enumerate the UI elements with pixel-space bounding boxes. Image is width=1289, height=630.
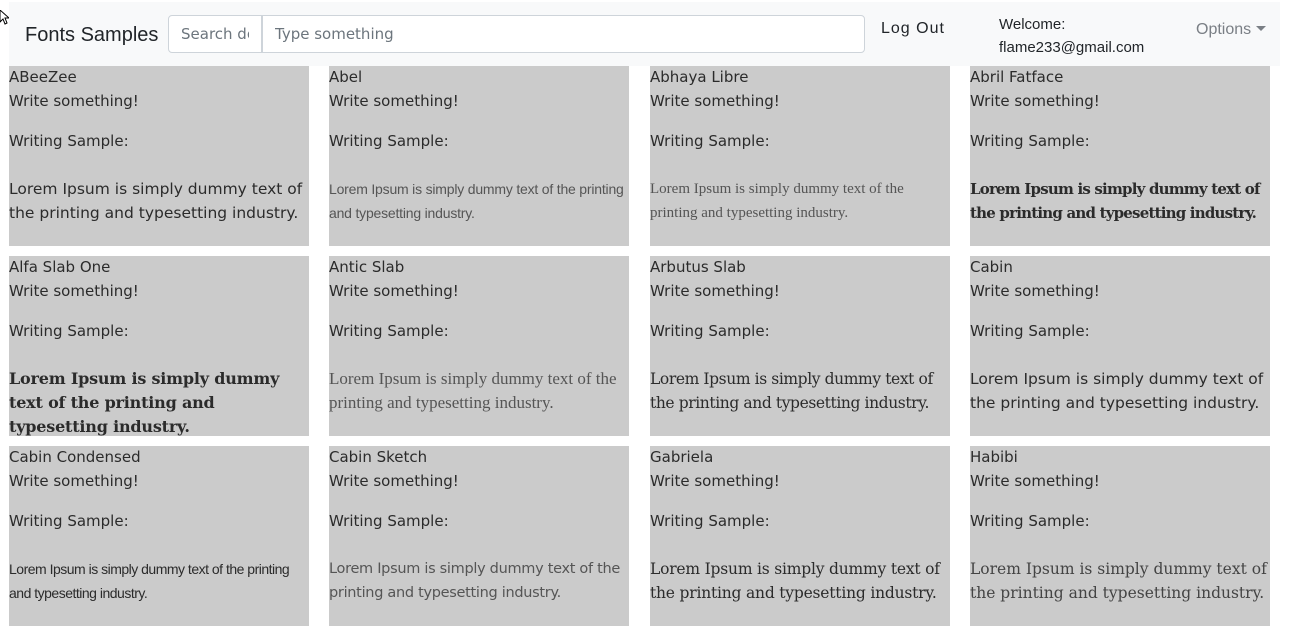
writing-sample-text: Lorem Ipsum is simply dummy text of the …: [650, 370, 933, 412]
write-something-field[interactable]: Write something!: [650, 472, 780, 490]
font-name: Abel: [329, 68, 363, 86]
writing-sample-text: Lorem Ipsum is simply dummy text of the …: [970, 370, 1264, 412]
top-navbar: Fonts Samples Log Out Welcome: flame233@…: [9, 2, 1280, 66]
write-something-field[interactable]: Write something!: [970, 282, 1100, 300]
welcome-label: Welcome:: [999, 16, 1066, 33]
writing-sample-text: Lorem Ipsum is simply dummy text of the …: [9, 561, 290, 601]
writing-sample-text: Lorem Ipsum is simply dummy text of the …: [329, 369, 617, 412]
font-card: Abhaya Libre Write something! Writing Samp…: [650, 66, 950, 246]
writing-sample-label: Writing Sample:: [970, 322, 1090, 340]
font-card: Abel Write something! Writing Sample: Lorem…: [329, 66, 629, 246]
options-dropdown[interactable]: Options: [1196, 21, 1267, 39]
writing-sample-text: Lorem Ipsum is simply dummy text of the …: [329, 181, 624, 221]
writing-sample-text: Lorem Ipsum is simply dummy text of the …: [9, 369, 280, 436]
font-name: Cabin Condensed: [9, 448, 141, 466]
font-name: Habibi: [970, 448, 1018, 466]
writing-sample-label: Writing Sample:: [9, 322, 129, 340]
font-name: ABeeZee: [9, 68, 77, 86]
logout-button[interactable]: Log Out: [881, 20, 945, 38]
font-card: Antic Slab Write something! Writing Sample…: [329, 256, 629, 436]
write-something-field[interactable]: Write something!: [329, 92, 459, 110]
font-card: Habibi Write something! Writing Sample: Lor…: [970, 446, 1270, 626]
writing-sample-text: Lorem Ipsum is simply dummy text of the …: [650, 560, 940, 602]
writing-sample-text: Lorem Ipsum is simply dummy text of the …: [650, 181, 904, 221]
font-name: Arbutus Slab: [650, 258, 746, 276]
writing-sample-label: Writing Sample:: [329, 512, 449, 530]
writing-sample-text: Lorem Ipsum is simply dummy text of the …: [970, 180, 1260, 222]
write-something-field[interactable]: Write something!: [650, 282, 780, 300]
writing-sample-label: Writing Sample:: [970, 132, 1090, 150]
writing-sample-label: Writing Sample:: [650, 132, 770, 150]
font-card: Cabin Write something! Writing Sample: Lore…: [970, 256, 1270, 436]
font-card: Alfa Slab One Write something! Writing Sam…: [9, 256, 309, 436]
writing-sample-label: Writing Sample:: [650, 322, 770, 340]
write-something-field[interactable]: Write something!: [970, 92, 1100, 110]
writing-sample-label: Writing Sample:: [650, 512, 770, 530]
font-card: Cabin Condensed Write something! Writing S…: [9, 446, 309, 626]
write-something-field[interactable]: Write something!: [650, 92, 780, 110]
write-something-field[interactable]: Write something!: [329, 282, 459, 300]
writing-sample-text: Lorem Ipsum is simply dummy text of the …: [970, 560, 1267, 602]
font-card: ABeeZee Write something! Writing Sample: Lo…: [9, 66, 309, 246]
font-name: Abhaya Libre: [650, 68, 749, 86]
write-something-field[interactable]: Write something!: [970, 472, 1100, 490]
writing-sample-label: Writing Sample:: [329, 322, 449, 340]
writing-sample-text: Lorem Ipsum is simply dummy text of the …: [329, 561, 621, 601]
options-label: Options: [1196, 21, 1252, 38]
write-something-field[interactable]: Write something!: [9, 282, 139, 300]
font-card: Abril Fatface Write something! Writing Sam…: [970, 66, 1270, 246]
writing-sample-text: Lorem Ipsum is simply dummy text of the …: [9, 180, 303, 222]
user-email: flame233@gmail.com: [999, 39, 1145, 56]
font-name: Cabin Sketch: [329, 448, 428, 466]
font-card: Cabin Sketch Write something! Writing Samp…: [329, 446, 629, 626]
font-name: Alfa Slab One: [9, 258, 111, 276]
writing-sample-label: Writing Sample:: [970, 512, 1090, 530]
search-input[interactable]: [262, 15, 865, 53]
font-card: Arbutus Slab Write something! Writing Samp…: [650, 256, 950, 436]
write-something-field[interactable]: Write something!: [9, 92, 139, 110]
writing-sample-label: Writing Sample:: [9, 132, 129, 150]
write-something-field[interactable]: Write something!: [9, 472, 139, 490]
brand-title[interactable]: Fonts Samples: [25, 24, 158, 47]
writing-sample-label: Writing Sample:: [329, 132, 449, 150]
font-card: Gabriela Write something! Writing Sample: L…: [650, 446, 950, 626]
write-something-field[interactable]: Write something!: [329, 472, 459, 490]
search-docs-input[interactable]: [168, 15, 262, 53]
font-name: Antic Slab: [329, 258, 405, 276]
welcome-block: Welcome: flame233@gmail.com: [999, 13, 1144, 59]
font-name: Gabriela: [650, 448, 714, 466]
writing-sample-label: Writing Sample:: [9, 512, 129, 530]
caret-down-icon: [1256, 26, 1267, 31]
font-name: Abril Fatface: [970, 68, 1064, 86]
font-name: Cabin: [970, 258, 1013, 276]
